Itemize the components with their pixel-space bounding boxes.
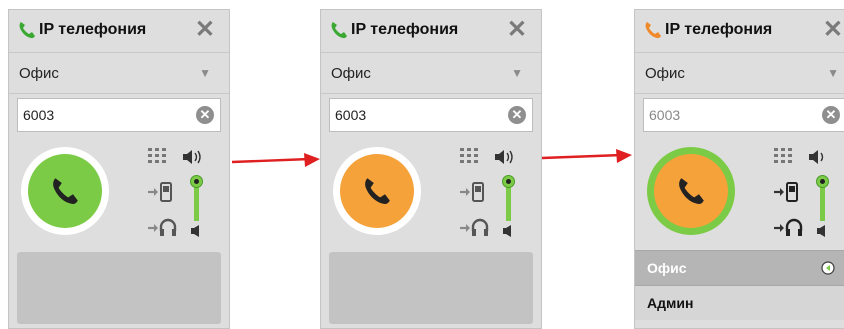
- clear-icon[interactable]: ✕: [508, 106, 526, 124]
- volume-slider[interactable]: [501, 173, 517, 223]
- call-button[interactable]: [28, 154, 102, 228]
- play-circle-icon[interactable]: [821, 261, 835, 275]
- panel-header: IP телефония ✕: [321, 10, 541, 53]
- line-select-value: Офис: [645, 65, 685, 82]
- speaker-volume-icon[interactable]: [807, 148, 831, 166]
- handset-icon: [679, 178, 704, 205]
- panel-title: IP телефония: [665, 21, 773, 38]
- number-input-value: 6003: [649, 107, 681, 123]
- call-button-ring: [333, 147, 421, 235]
- chevron-down-icon: ▼: [199, 66, 211, 80]
- number-input[interactable]: 6003 ✕: [643, 98, 844, 132]
- ip-phone-panel-connecting: IP телефония ✕ Офис ▼ 6003 ✕ Офис Админ: [634, 9, 844, 329]
- panel-header: IP телефония ✕: [635, 10, 844, 53]
- contacts-area: [329, 252, 533, 324]
- call-progress-ring: [647, 147, 735, 235]
- contacts-area: [17, 252, 221, 324]
- contact-name: Офис: [647, 260, 687, 276]
- speaker-mute-icon[interactable]: [501, 224, 515, 238]
- arrow-right-icon: [232, 153, 320, 167]
- speaker-volume-icon[interactable]: [181, 148, 205, 166]
- transfer-to-mobile-icon[interactable]: [773, 180, 799, 204]
- phone-icon: [645, 22, 661, 39]
- phone-icon: [19, 22, 35, 39]
- dialpad-icon[interactable]: [459, 147, 481, 167]
- close-icon[interactable]: ✕: [195, 17, 215, 43]
- panel-title: IP телефония: [351, 21, 459, 38]
- transfer-to-mobile-icon[interactable]: [147, 180, 173, 204]
- clear-icon[interactable]: ✕: [196, 106, 214, 124]
- speaker-mute-icon[interactable]: [189, 224, 203, 238]
- phone-icon: [331, 22, 347, 39]
- panel-header: IP телефония ✕: [9, 10, 229, 53]
- call-button[interactable]: [654, 154, 728, 228]
- close-icon[interactable]: ✕: [507, 17, 527, 43]
- contact-item[interactable]: Админ: [635, 285, 844, 320]
- contact-name: Админ: [647, 295, 694, 311]
- line-select[interactable]: Офис ▼: [635, 53, 844, 94]
- transfer-to-headset-icon[interactable]: [773, 216, 803, 240]
- arrow-right-icon: [542, 149, 632, 163]
- call-button-ring: [21, 147, 109, 235]
- speaker-volume-icon[interactable]: [493, 148, 517, 166]
- volume-slider[interactable]: [189, 173, 205, 223]
- volume-slider[interactable]: [815, 173, 831, 223]
- transfer-to-mobile-icon[interactable]: [459, 180, 485, 204]
- ip-phone-panel-idle: IP телефония ✕ Офис ▼ 6003 ✕: [8, 9, 230, 329]
- chevron-down-icon: ▼: [827, 66, 839, 80]
- clear-icon[interactable]: ✕: [822, 106, 840, 124]
- transfer-to-headset-icon[interactable]: [147, 216, 177, 240]
- line-select-value: Офис: [19, 65, 59, 82]
- number-input-value: 6003: [335, 107, 367, 123]
- number-input[interactable]: 6003 ✕: [17, 98, 221, 132]
- panel-title: IP телефония: [39, 21, 147, 38]
- chevron-down-icon: ▼: [511, 66, 523, 80]
- speaker-mute-icon[interactable]: [815, 224, 829, 238]
- close-icon[interactable]: ✕: [823, 17, 843, 43]
- number-input-value: 6003: [23, 107, 55, 123]
- line-select[interactable]: Офис ▼: [9, 53, 229, 94]
- contact-item[interactable]: Офис: [635, 250, 844, 285]
- dialpad-icon[interactable]: [773, 147, 795, 167]
- number-input[interactable]: 6003 ✕: [329, 98, 533, 132]
- handset-icon: [53, 178, 78, 205]
- call-button[interactable]: [340, 154, 414, 228]
- dialpad-icon[interactable]: [147, 147, 169, 167]
- line-select[interactable]: Офис ▼: [321, 53, 541, 94]
- ip-phone-panel-dialing: IP телефония ✕ Офис ▼ 6003 ✕: [320, 9, 542, 329]
- line-select-value: Офис: [331, 65, 371, 82]
- handset-icon: [365, 178, 390, 205]
- transfer-to-headset-icon[interactable]: [459, 216, 489, 240]
